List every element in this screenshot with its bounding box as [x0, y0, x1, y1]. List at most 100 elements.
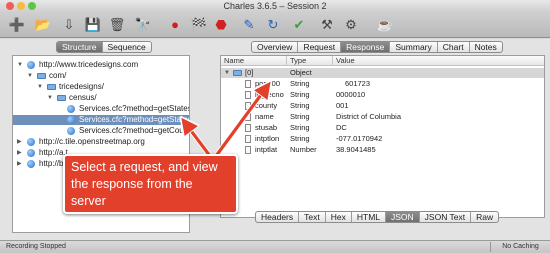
json-row[interactable]: name String District of Columbia — [221, 112, 544, 122]
tab-request[interactable]: Request — [298, 42, 342, 52]
disclosure-open-icon[interactable]: ▼ — [17, 60, 23, 70]
breakpoints-icon: ⬣ — [215, 16, 227, 32]
disclosure-open-icon[interactable]: ▼ — [224, 68, 230, 78]
disclosure-open-icon[interactable]: ▼ — [47, 93, 53, 103]
json-row[interactable]: intptlon String -077.0170942 — [221, 134, 544, 144]
breakpoints-button[interactable]: ⬣ — [212, 15, 230, 33]
throttle-button[interactable]: 🏁 — [190, 15, 208, 33]
detail-tabs: Overview Request Response Summary Chart Notes — [251, 41, 503, 53]
json-key: logrecno — [255, 90, 284, 99]
new-session-icon: ➕ — [8, 16, 26, 32]
host-globe-icon — [27, 149, 35, 157]
compose-button[interactable]: ✎ — [240, 15, 258, 33]
callout-text: Select a request, and view the response … — [71, 160, 218, 208]
tab-summary[interactable]: Summary — [390, 42, 438, 52]
donate-icon: ☕ — [376, 16, 394, 32]
format-tab-raw[interactable]: Raw — [471, 212, 498, 222]
tree-item[interactable]: ▼ http://www.tricedesigns.com — [13, 60, 189, 70]
host-globe-icon — [27, 160, 35, 168]
json-value: 001 — [336, 101, 349, 110]
folder-icon — [233, 70, 242, 76]
json-value: 38.9041485 — [336, 145, 376, 154]
tree-item[interactable]: ▶ http://c.tile.openstreetmap.org — [13, 137, 189, 147]
json-value: -077.0170942 — [336, 134, 383, 143]
json-viewer: Name Type Value ▼ [0] Object pop100 String 60… — [220, 55, 545, 218]
disclosure-closed-icon[interactable]: ▶ — [17, 137, 22, 147]
tree-item-label: com/ — [49, 71, 67, 80]
json-value: 0000010 — [336, 90, 366, 99]
record-icon: ● — [171, 16, 179, 32]
format-tab-json-text[interactable]: JSON Text — [420, 212, 472, 222]
close-window-button[interactable] — [6, 2, 14, 10]
open-folder-button[interactable]: 📂 — [34, 15, 52, 33]
json-row[interactable]: logrecno String 0000010 — [221, 90, 544, 100]
clear-button[interactable]: 🗑 — [108, 15, 126, 33]
import-button[interactable]: ⇩ — [60, 15, 78, 33]
validate-icon: ✔ — [293, 16, 305, 32]
save-button[interactable]: 💾 — [84, 15, 102, 33]
disclosure-closed-icon[interactable]: ▶ — [17, 148, 22, 158]
minimize-window-button[interactable] — [17, 2, 25, 10]
format-tab-html[interactable]: HTML — [352, 212, 386, 222]
tree-item-label: Services.cfc?method=getStates — [79, 104, 190, 113]
compose-icon: ✎ — [243, 16, 255, 32]
format-tab-headers[interactable]: Headers — [256, 212, 300, 222]
zoom-window-button[interactable] — [28, 2, 36, 10]
format-tab-json[interactable]: JSON — [386, 212, 420, 222]
tree-item-label: tricedesigns/ — [59, 82, 104, 91]
value-icon — [245, 102, 251, 110]
tree-item-label: http://www.tricedesigns.com — [39, 60, 139, 69]
column-header-type[interactable]: Type — [287, 56, 333, 66]
donate-button[interactable]: ☕ — [376, 15, 394, 33]
settings-button[interactable]: ⚙ — [342, 15, 360, 33]
json-row[interactable]: ▼ [0] Object — [221, 68, 544, 78]
host-globe-icon — [27, 138, 35, 146]
json-value: 601723 — [345, 79, 371, 88]
json-row[interactable]: intptlat Number 38.9041485 — [221, 145, 544, 155]
tab-overview[interactable]: Overview — [252, 42, 299, 52]
record-button[interactable]: ● — [166, 15, 184, 33]
title-bar: Charles 3.6.5 – Session 2 — [0, 0, 550, 12]
json-row[interactable]: county String 001 — [221, 101, 544, 111]
caching-status[interactable]: No Caching — [490, 242, 550, 252]
tree-item[interactable]: ▼ com/ — [13, 71, 189, 81]
open-folder-icon: 📂 — [34, 16, 52, 32]
tree-item[interactable]: ▼ tricedesigns/ — [13, 82, 189, 92]
format-tab-text[interactable]: Text — [299, 212, 326, 222]
format-tab-hex[interactable]: Hex — [326, 212, 352, 222]
json-key: pop100 — [255, 79, 281, 88]
json-value: District of Columbia — [336, 112, 402, 121]
json-key: [0] — [245, 68, 254, 77]
import-icon: ⇩ — [63, 16, 75, 32]
disclosure-closed-icon[interactable]: ▶ — [17, 159, 22, 169]
validate-button[interactable]: ✔ — [290, 15, 308, 33]
column-header-value[interactable]: Value — [333, 56, 544, 66]
disclosure-open-icon[interactable]: ▼ — [37, 82, 43, 92]
find-icon: 🔭 — [134, 16, 152, 32]
json-row[interactable]: pop100 String 601723 — [221, 79, 544, 89]
response-format-tabs: Headers Text Hex HTML JSON JSON Text Raw — [255, 211, 500, 223]
tab-chart[interactable]: Chart — [438, 42, 470, 52]
tree-item[interactable]: Services.cfc?method=getCounty — [13, 126, 189, 136]
find-button[interactable]: 🔭 — [134, 15, 152, 33]
tree-item[interactable]: Services.cfc?method=getStates — [13, 104, 190, 114]
repeat-button[interactable]: ↻ — [264, 15, 282, 33]
tab-response[interactable]: Response — [341, 42, 391, 52]
tab-sequence[interactable]: Sequence — [103, 42, 151, 52]
settings-icon: ⚙ — [345, 16, 357, 32]
json-value: DC — [336, 123, 347, 132]
folder-icon — [37, 73, 46, 79]
tree-item[interactable]: Services.cfc?method=getStates — [13, 115, 189, 125]
save-icon: 💾 — [84, 16, 102, 32]
tree-item[interactable]: ▼ census/ — [13, 93, 189, 103]
request-globe-icon — [67, 105, 75, 113]
tab-structure[interactable]: Structure — [57, 42, 103, 52]
host-globe-icon — [27, 61, 35, 69]
tools-button[interactable]: ⚒ — [318, 15, 336, 33]
json-row[interactable]: stusab String DC — [221, 123, 544, 133]
column-header-name[interactable]: Name — [221, 56, 287, 66]
disclosure-open-icon[interactable]: ▼ — [27, 71, 33, 81]
new-session-button[interactable]: ➕ — [8, 15, 26, 33]
tab-notes[interactable]: Notes — [470, 42, 502, 52]
json-key: stusab — [255, 123, 278, 132]
